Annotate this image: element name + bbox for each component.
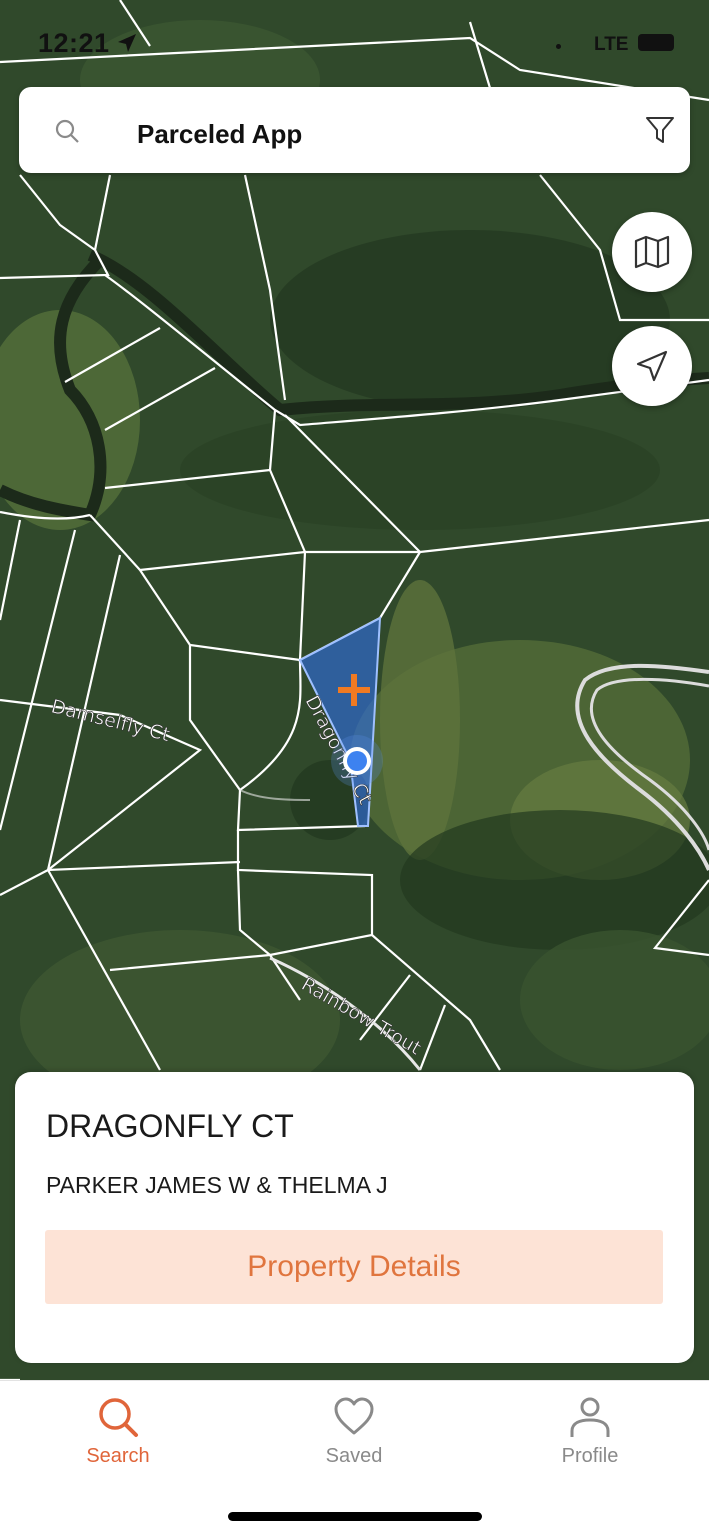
parcel-owner: PARKER JAMES W & THELMA J — [46, 1172, 388, 1198]
tab-saved[interactable]: Saved — [294, 1395, 414, 1468]
person-icon — [570, 1397, 610, 1437]
tab-profile-label: Profile — [561, 1445, 619, 1467]
status-time: 12:21 — [38, 28, 110, 58]
parcel-address: DRAGONFLY CT — [46, 1108, 294, 1144]
tab-search[interactable]: Search — [58, 1395, 178, 1468]
search-icon — [55, 119, 79, 143]
navigation-arrow-icon — [636, 350, 668, 382]
home-indicator — [228, 1512, 482, 1521]
signal-dot — [556, 44, 561, 49]
app-title: Parceled App — [137, 119, 303, 149]
property-details-button[interactable]: Property Details — [45, 1230, 663, 1304]
filter-icon[interactable] — [645, 115, 675, 145]
map-icon — [634, 235, 670, 269]
my-location-button[interactable] — [612, 326, 692, 406]
tab-profile[interactable]: Profile — [530, 1395, 650, 1468]
tab-search-label: Search — [86, 1445, 150, 1467]
map-layers-button[interactable] — [612, 212, 692, 292]
status-bar: 12:21 LTE — [0, 26, 709, 62]
location-arrow-icon — [118, 34, 136, 52]
tab-saved-label: Saved — [325, 1445, 383, 1467]
search-icon — [99, 1398, 138, 1437]
user-location-icon — [331, 735, 383, 787]
battery-icon — [638, 34, 674, 51]
parcel-card: DRAGONFLY CT PARKER JAMES W & THELMA J P… — [15, 1072, 694, 1363]
search-bar[interactable]: Parceled App — [19, 87, 690, 173]
heart-icon — [334, 1397, 374, 1435]
network-label: LTE — [594, 34, 629, 55]
